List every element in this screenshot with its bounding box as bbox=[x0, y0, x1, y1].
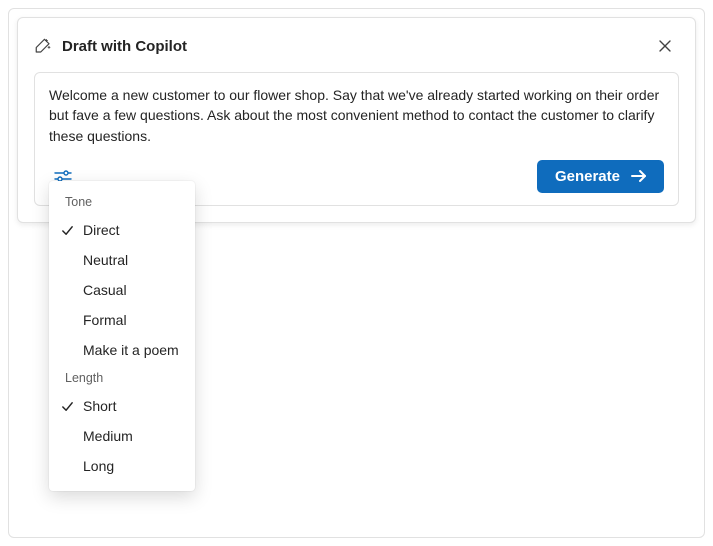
panel-title: Draft with Copilot bbox=[62, 38, 187, 55]
dropdown-item-label: Neutral bbox=[83, 252, 128, 268]
length-option-medium[interactable]: Medium bbox=[49, 421, 195, 451]
dropdown-section-tone: Tone bbox=[49, 189, 195, 215]
dropdown-item-label: Medium bbox=[83, 428, 133, 444]
generate-button-label: Generate bbox=[555, 168, 620, 185]
settings-dropdown: Tone Direct Neutral Casual Formal Make i… bbox=[49, 181, 195, 491]
length-option-long[interactable]: Long bbox=[49, 451, 195, 481]
length-option-short[interactable]: Short bbox=[49, 391, 195, 421]
generate-button[interactable]: Generate bbox=[537, 160, 664, 193]
app-frame: Draft with Copilot Welcome a new custome… bbox=[8, 8, 705, 538]
dropdown-item-label: Short bbox=[83, 398, 116, 414]
dropdown-item-label: Casual bbox=[83, 282, 127, 298]
panel-header: Draft with Copilot bbox=[34, 32, 679, 60]
dropdown-item-label: Make it a poem bbox=[83, 342, 179, 358]
dropdown-item-label: Formal bbox=[83, 312, 127, 328]
tone-option-formal[interactable]: Formal bbox=[49, 305, 195, 335]
prompt-text[interactable]: Welcome a new customer to our flower sho… bbox=[49, 85, 664, 146]
check-icon bbox=[61, 400, 83, 413]
close-button[interactable] bbox=[651, 32, 679, 60]
close-icon bbox=[658, 39, 672, 53]
tone-option-neutral[interactable]: Neutral bbox=[49, 245, 195, 275]
tone-option-direct[interactable]: Direct bbox=[49, 215, 195, 245]
dropdown-item-label: Long bbox=[83, 458, 114, 474]
dropdown-section-length: Length bbox=[49, 365, 195, 391]
tone-option-casual[interactable]: Casual bbox=[49, 275, 195, 305]
tone-option-poem[interactable]: Make it a poem bbox=[49, 335, 195, 365]
check-icon bbox=[61, 224, 83, 237]
arrow-right-icon bbox=[630, 168, 648, 184]
copilot-icon bbox=[34, 37, 52, 55]
dropdown-item-label: Direct bbox=[83, 222, 120, 238]
